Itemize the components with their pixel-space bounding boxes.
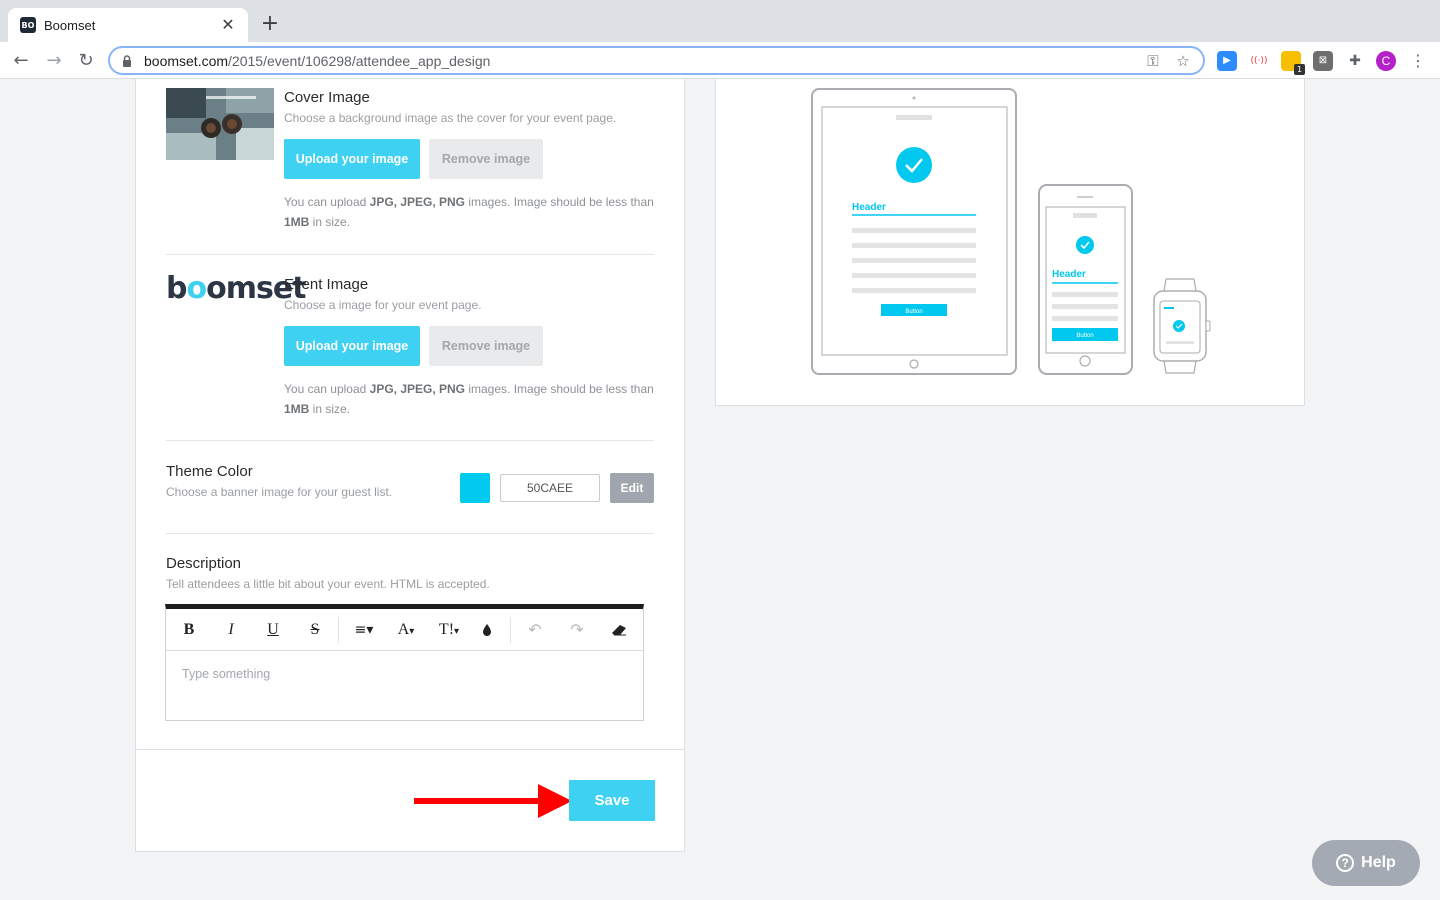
fill-color-drop-icon[interactable] [474, 618, 500, 642]
tablet-button-text: Button [905, 309, 922, 315]
theme-color-subtitle: Choose a banner image for your guest lis… [166, 485, 393, 499]
phone-mockup: Header Button [1038, 184, 1133, 375]
section-divider [166, 440, 654, 441]
event-image-note: You can upload JPG, JPEG, PNG images. Im… [284, 382, 654, 416]
tab-title: Boomset [44, 17, 96, 33]
forward-arrow-icon[interactable]: → [41, 48, 67, 74]
extension-badge-count: 1 [1294, 64, 1305, 75]
browser-menu-icon[interactable]: ⋮ [1410, 51, 1426, 71]
help-label: Help [1361, 854, 1396, 871]
description-title: Description [166, 555, 242, 572]
profile-avatar[interactable]: C [1376, 51, 1396, 71]
description-rich-text-editor: B I U S ≡▾ A▾ T!▾ ↶ ↷ Type something [165, 604, 644, 721]
event-image-title: Event Image [284, 276, 369, 293]
reload-icon[interactable]: ↻ [73, 48, 99, 74]
section-divider [166, 254, 654, 255]
cover-photo-icon [166, 88, 274, 160]
cover-image-thumbnail [166, 88, 274, 160]
tablet-header-text: Header [852, 202, 886, 213]
phone-header-text: Header [1052, 269, 1086, 280]
app-design-settings-card: Cover Image Choose a background image as… [135, 79, 685, 852]
zoom-extension-icon[interactable]: ▶ [1217, 51, 1237, 71]
section-divider [166, 533, 654, 534]
lock-icon [123, 54, 131, 67]
theme-color-swatch[interactable] [460, 473, 490, 503]
description-textarea[interactable]: Type something [182, 667, 270, 681]
device-preview-illustration: Header Button Header Button [811, 88, 1211, 375]
italic-icon[interactable]: I [218, 618, 244, 642]
bold-icon[interactable]: B [176, 618, 202, 642]
browser-tab[interactable]: BO Boomset ✕ [8, 8, 248, 42]
font-size-dropdown-icon[interactable]: T!▾ [432, 618, 466, 642]
grid-extension-icon[interactable]: ⊠ [1313, 51, 1333, 71]
app-preview-card: Header Button Header Button [715, 79, 1305, 406]
underline-icon[interactable]: U [260, 618, 286, 642]
broadcast-extension-icon[interactable]: ((·)) [1249, 51, 1269, 71]
save-button[interactable]: Save [569, 780, 655, 821]
new-tab-plus-icon[interactable]: + [258, 12, 282, 36]
browser-toolbar: ← → ↻ boomset.com/2015/event/106298/atte… [0, 42, 1440, 79]
event-remove-button[interactable]: Remove image [429, 326, 543, 366]
address-bar[interactable]: boomset.com/2015/event/106298/attendee_a… [108, 46, 1205, 75]
redo-icon[interactable]: ↷ [564, 618, 590, 642]
question-mark-icon: ? [1336, 854, 1355, 872]
url-text: boomset.com/2015/event/106298/attendee_a… [144, 52, 491, 69]
event-upload-button[interactable]: Upload your image [284, 326, 420, 366]
phone-button-text: Button [1076, 333, 1093, 339]
font-color-dropdown-icon[interactable]: A▾ [390, 618, 422, 642]
cover-upload-button[interactable]: Upload your image [284, 139, 420, 179]
tab-close-icon[interactable]: ✕ [220, 17, 236, 33]
boomset-favicon-icon: BO [20, 17, 36, 33]
strikethrough-icon[interactable]: S [302, 618, 328, 642]
theme-color-edit-button[interactable]: Edit [610, 473, 654, 503]
cover-image-subtitle: Choose a background image as the cover f… [284, 111, 617, 125]
theme-color-input[interactable]: 50CAEE [500, 474, 600, 502]
red-arrow-annotation-icon [414, 784, 572, 818]
tablet-mockup: Header Button [811, 88, 1017, 375]
back-arrow-icon[interactable]: ← [8, 48, 34, 74]
bookmark-star-icon[interactable]: ☆ [1173, 51, 1193, 71]
puzzle-extensions-icon[interactable]: ✚ [1345, 51, 1365, 71]
help-button[interactable]: ? Help [1312, 840, 1420, 886]
cover-image-note: You can upload JPG, JPEG, PNG images. Im… [284, 195, 654, 229]
key-icon[interactable]: ⚿ [1143, 51, 1163, 71]
theme-color-title: Theme Color [166, 463, 253, 480]
watch-mockup [1153, 278, 1211, 374]
undo-icon[interactable]: ↶ [522, 618, 548, 642]
align-dropdown-icon[interactable]: ≡▾ [348, 618, 380, 642]
description-subtitle: Tell attendees a little bit about your e… [166, 577, 490, 591]
browser-tab-bar: BO Boomset ✕ + [0, 0, 1440, 42]
event-image-subtitle: Choose a image for your event page. [284, 298, 482, 312]
badge-extension-icon[interactable]: 1 [1281, 51, 1305, 75]
cover-remove-button[interactable]: Remove image [429, 139, 543, 179]
eraser-clear-format-icon[interactable] [606, 618, 632, 642]
editor-toolbar: B I U S ≡▾ A▾ T!▾ ↶ ↷ [166, 609, 643, 651]
footer-divider [136, 749, 684, 750]
cover-image-title: Cover Image [284, 89, 370, 106]
